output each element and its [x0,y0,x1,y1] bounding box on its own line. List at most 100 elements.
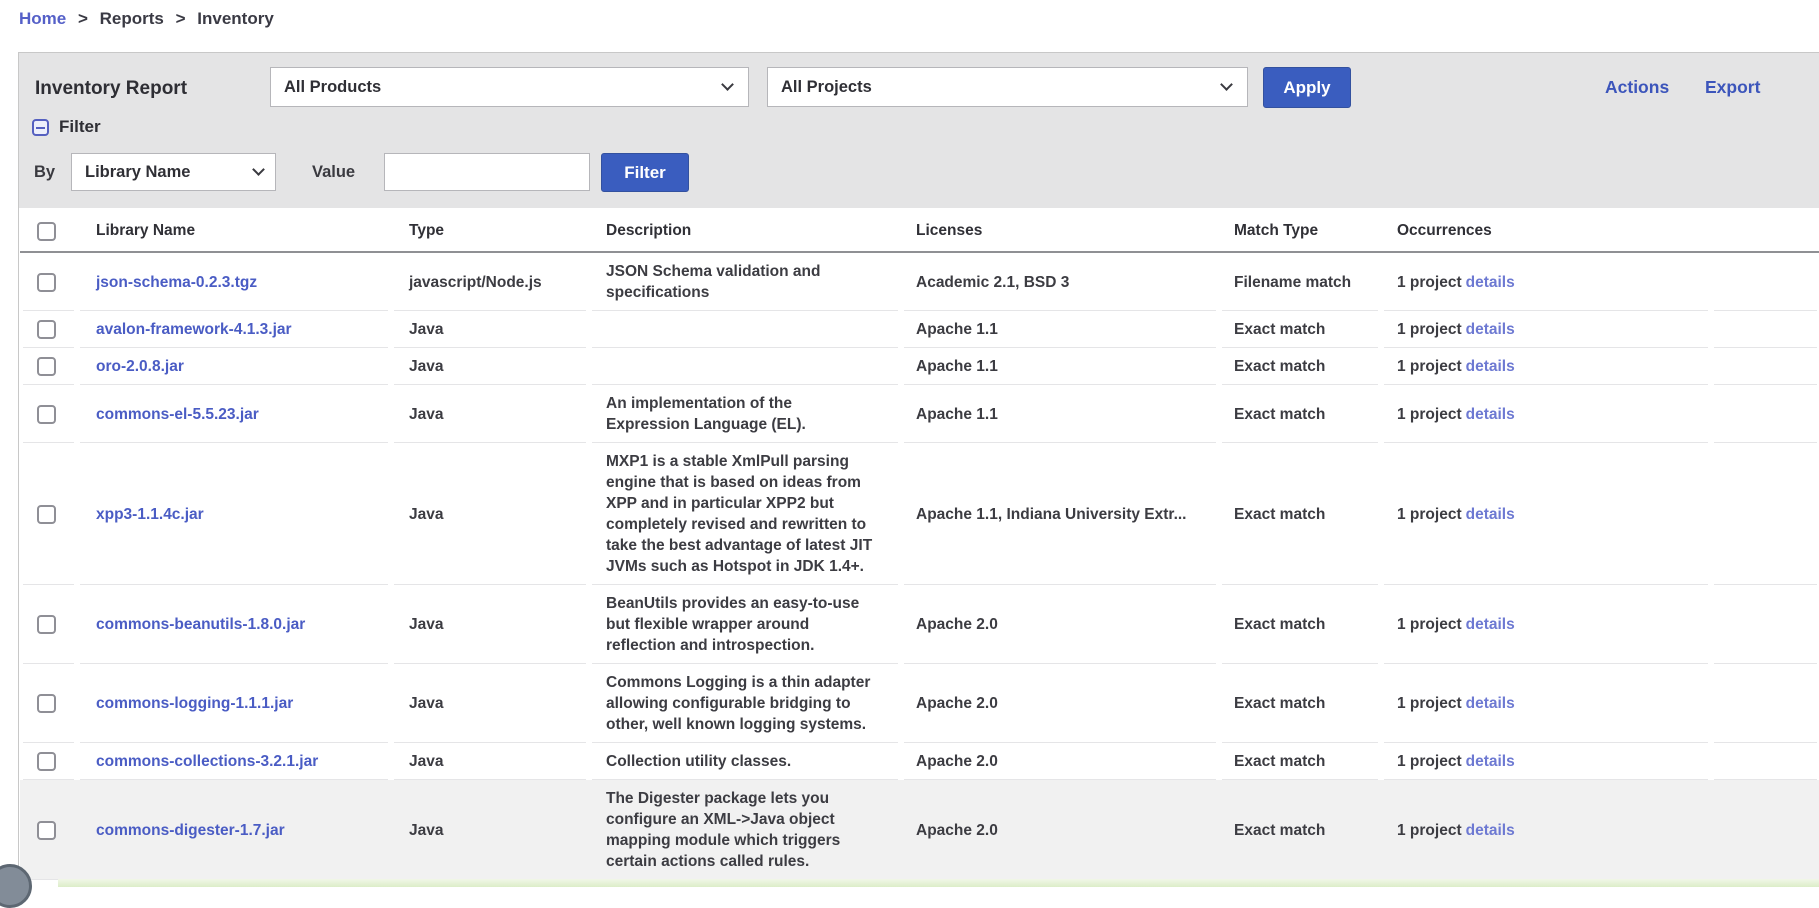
filter-by-label: By [34,163,55,182]
occurrences-count: 1 project [1397,506,1462,523]
details-link[interactable]: details [1466,358,1515,375]
filter-button[interactable]: Filter [601,153,689,192]
table-row: commons-digester-1.7.jar Java The Digest… [20,780,1819,880]
inventory-table: Library Name Type Description Licenses M… [20,211,1819,880]
row-checkbox[interactable] [37,752,56,771]
details-link[interactable]: details [1466,506,1515,523]
type-cell: Java [391,311,589,348]
col-header-type: Type [391,211,589,253]
export-link[interactable]: Export [1705,77,1760,98]
col-header-description: Description [589,211,901,253]
description-cell [589,311,901,348]
licenses-cell: Apache 1.1 [901,311,1219,348]
report-toolbar: Inventory Report All Products All Projec… [19,53,1819,208]
description-cell: BeanUtils provides an easy-to-use but fl… [589,585,901,664]
type-cell: javascript/Node.js [391,253,589,311]
filter-by-select[interactable]: Library Name [71,153,276,191]
library-name-link[interactable]: commons-collections-3.2.1.jar [96,753,318,770]
filter-by-select-value: Library Name [85,163,190,182]
row-checkbox[interactable] [37,505,56,524]
details-link[interactable]: details [1466,406,1515,423]
details-link[interactable]: details [1466,321,1515,338]
col-header-match: Match Type [1219,211,1381,253]
description-cell [589,348,901,385]
table-row: avalon-framework-4.1.3.jar Java Apache 1… [20,311,1819,348]
type-cell: Java [391,348,589,385]
match-type-cell: Exact match [1219,585,1381,664]
details-link[interactable]: details [1466,695,1515,712]
details-link[interactable]: details [1466,274,1515,291]
type-cell: Java [391,664,589,743]
table-row: xpp3-1.1.4c.jar Java MXP1 is a stable Xm… [20,443,1819,585]
table-row: commons-collections-3.2.1.jar Java Colle… [20,743,1819,780]
library-name-link[interactable]: commons-beanutils-1.8.0.jar [96,616,305,633]
col-header-licenses: Licenses [901,211,1219,253]
library-name-link[interactable]: json-schema-0.2.3.tgz [96,274,257,291]
products-select-value: All Products [284,78,381,97]
details-link[interactable]: details [1466,753,1515,770]
table-row: commons-logging-1.1.1.jar Java Commons L… [20,664,1819,743]
table-row: commons-beanutils-1.8.0.jar Java BeanUti… [20,585,1819,664]
projects-select[interactable]: All Projects [767,67,1248,107]
col-header-library: Library Name [77,211,391,253]
library-name-link[interactable]: commons-digester-1.7.jar [96,822,285,839]
details-link[interactable]: details [1466,616,1515,633]
breadcrumb-inventory: Inventory [197,9,274,28]
licenses-cell: Apache 2.0 [901,664,1219,743]
match-type-cell: Filename match [1219,253,1381,311]
col-header-occurrences: Occurrences [1381,211,1711,253]
filter-value-input[interactable] [384,153,590,191]
type-cell: Java [391,780,589,880]
match-type-cell: Exact match [1219,780,1381,880]
minus-icon [36,127,45,129]
description-cell: The Digester package lets you configure … [589,780,901,880]
type-cell: Java [391,585,589,664]
row-checkbox[interactable] [37,615,56,634]
row-checkbox[interactable] [37,357,56,376]
library-name-link[interactable]: avalon-framework-4.1.3.jar [96,321,292,338]
chevron-down-icon [1220,78,1233,91]
library-name-link[interactable]: oro-2.0.8.jar [96,358,184,375]
match-type-cell: Exact match [1219,385,1381,443]
type-cell: Java [391,385,589,443]
breadcrumb-home-link[interactable]: Home [19,9,66,28]
description-cell: MXP1 is a stable XmlPull parsing engine … [589,443,901,585]
inventory-report-panel: Inventory Report All Products All Projec… [18,52,1819,888]
apply-button[interactable]: Apply [1263,67,1351,108]
library-name-link[interactable]: commons-logging-1.1.1.jar [96,695,293,712]
select-all-checkbox[interactable] [37,222,56,241]
row-checkbox[interactable] [37,273,56,292]
match-type-cell: Exact match [1219,743,1381,780]
library-name-link[interactable]: commons-el-5.5.23.jar [96,406,259,423]
table-header-row: Library Name Type Description Licenses M… [20,211,1819,253]
match-type-cell: Exact match [1219,348,1381,385]
licenses-cell: Apache 2.0 [901,585,1219,664]
match-type-cell: Exact match [1219,443,1381,585]
occurrences-count: 1 project [1397,822,1462,839]
occurrences-count: 1 project [1397,616,1462,633]
filter-collapse-icon[interactable] [32,119,49,136]
description-cell: JSON Schema validation and specification… [589,253,901,311]
row-checkbox[interactable] [37,694,56,713]
details-link[interactable]: details [1466,822,1515,839]
type-cell: Java [391,743,589,780]
chevron-down-icon [721,78,734,91]
licenses-cell: Apache 1.1, Indiana University Extr... [901,443,1219,585]
row-checkbox[interactable] [37,821,56,840]
type-cell: Java [391,443,589,585]
row-checkbox[interactable] [37,320,56,339]
breadcrumb-reports[interactable]: Reports [100,9,164,28]
description-cell: Commons Logging is a thin adapter allowi… [589,664,901,743]
actions-link[interactable]: Actions [1605,77,1669,98]
licenses-cell: Apache 1.1 [901,385,1219,443]
bottom-edge-strip [58,879,1819,887]
breadcrumb-separator: > [78,9,88,28]
licenses-cell: Apache 2.0 [901,780,1219,880]
match-type-cell: Exact match [1219,311,1381,348]
row-checkbox[interactable] [37,405,56,424]
library-name-link[interactable]: xpp3-1.1.4c.jar [96,506,204,523]
table-row: json-schema-0.2.3.tgz javascript/Node.js… [20,253,1819,311]
occurrences-count: 1 project [1397,274,1462,291]
filter-section-label: Filter [59,117,101,137]
products-select[interactable]: All Products [270,67,749,107]
